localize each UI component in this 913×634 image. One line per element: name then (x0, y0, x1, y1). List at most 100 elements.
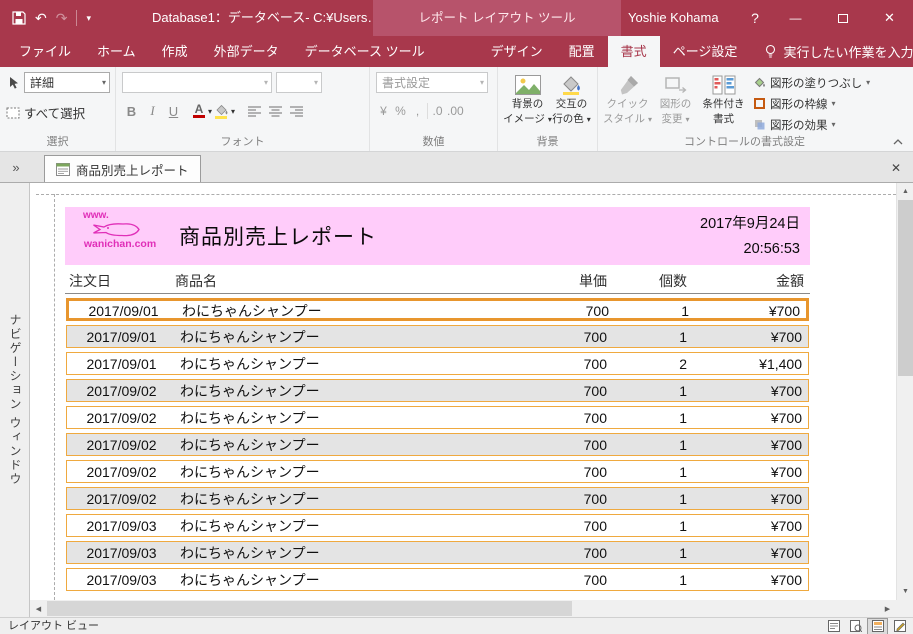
maximize-button[interactable] (820, 0, 865, 36)
layout-view-button[interactable] (867, 617, 888, 634)
alternate-row-color-button[interactable]: 交互の 行の色 (551, 72, 592, 142)
report-title[interactable]: 商品別売上レポート (179, 221, 377, 251)
table-cell[interactable]: ¥700 (687, 410, 808, 426)
horizontal-scrollbar[interactable] (30, 600, 896, 617)
tab-create[interactable]: 作成 (149, 36, 201, 67)
minimize-button[interactable] (773, 0, 818, 36)
column-header-quantity[interactable]: 個数 (607, 271, 687, 291)
tab-format[interactable]: 書式 (607, 36, 660, 67)
report-view-button[interactable] (824, 619, 843, 634)
collapse-ribbon-button[interactable] (889, 135, 907, 148)
conditional-formatting-button[interactable]: 条件付き 書式 (700, 72, 747, 142)
table-cell[interactable]: ¥700 (687, 437, 808, 453)
table-cell[interactable]: 2017/09/02 (67, 437, 176, 453)
column-header-unit-price[interactable]: 単価 (527, 271, 607, 291)
table-cell[interactable]: 2017/09/02 (67, 410, 176, 426)
table-cell[interactable]: 2017/09/02 (67, 491, 176, 507)
tab-database-tools[interactable]: データベース ツール (292, 36, 438, 67)
tab-design[interactable]: デザイン (478, 36, 556, 67)
object-selector-combo[interactable]: 詳細 (24, 72, 110, 93)
shape-fill-button[interactable]: 図形の塗りつぶし (753, 72, 870, 93)
vertical-scrollbar[interactable] (896, 183, 913, 600)
table-cell[interactable]: わにちゃんシャンプー (176, 543, 527, 563)
table-cell[interactable]: わにちゃんシャンプー (178, 301, 529, 321)
table-cell[interactable]: わにちゃんシャンプー (176, 516, 527, 536)
table-cell[interactable]: ¥1,400 (687, 356, 808, 372)
table-cell[interactable]: 700 (529, 303, 609, 319)
font-color-button[interactable]: A (193, 103, 212, 118)
table-cell[interactable]: 2017/09/01 (67, 356, 176, 372)
table-cell[interactable]: 700 (527, 464, 607, 480)
tab-home[interactable]: ホーム (84, 36, 149, 67)
design-view-button[interactable] (890, 619, 909, 634)
italic-button[interactable]: I (143, 101, 162, 121)
tab-file[interactable]: ファイル (6, 36, 84, 67)
scroll-down-button[interactable] (897, 583, 913, 600)
table-cell[interactable]: わにちゃんシャンプー (176, 489, 527, 509)
table-cell[interactable]: わにちゃんシャンプー (176, 462, 527, 482)
table-cell[interactable]: 700 (527, 356, 607, 372)
account-name[interactable]: Yoshie Kohama (628, 0, 719, 36)
document-tab-report[interactable]: 商品別売上レポート (44, 155, 201, 182)
table-cell[interactable]: 700 (527, 437, 607, 453)
report-header-band[interactable]: www. wanichan.com 商品別売上レポート 2017年9月24日 2… (65, 207, 810, 265)
table-cell[interactable]: 1 (607, 383, 687, 399)
table-cell[interactable]: 2017/09/01 (69, 303, 178, 319)
align-right-button[interactable] (287, 101, 306, 121)
table-cell[interactable]: ¥700 (687, 491, 808, 507)
report-date[interactable]: 2017年9月24日 (700, 212, 800, 237)
table-cell[interactable]: ¥700 (687, 383, 808, 399)
table-cell[interactable]: 1 (609, 303, 689, 319)
table-cell[interactable]: ¥700 (687, 464, 808, 480)
table-cell[interactable]: わにちゃんシャンプー (176, 408, 527, 428)
table-cell[interactable]: 2 (607, 356, 687, 372)
table-cell[interactable]: 2017/09/03 (67, 572, 176, 588)
tell-me-box[interactable]: 実行したい作業を入力してください (764, 36, 913, 67)
table-cell[interactable]: わにちゃんシャンプー (176, 435, 527, 455)
vertical-scrollbar-thumb[interactable] (898, 200, 913, 376)
scroll-right-button[interactable] (879, 600, 896, 617)
column-header-order-date[interactable]: 注文日 (65, 271, 175, 291)
close-button[interactable] (866, 0, 913, 36)
table-cell[interactable]: わにちゃんシャンプー (176, 381, 527, 401)
table-cell[interactable]: 1 (607, 329, 687, 345)
table-cell[interactable]: ¥700 (687, 518, 808, 534)
tab-arrange[interactable]: 配置 (556, 36, 608, 67)
table-cell[interactable]: 700 (527, 545, 607, 561)
table-cell[interactable]: 700 (527, 518, 607, 534)
navigation-pane-collapsed[interactable]: ナビゲーション ウィンドウ (0, 183, 30, 617)
table-cell[interactable]: わにちゃんシャンプー (176, 327, 527, 347)
table-cell[interactable]: 1 (607, 437, 687, 453)
print-preview-button[interactable] (846, 619, 865, 634)
fill-color-button[interactable] (214, 104, 235, 119)
table-cell[interactable]: 700 (527, 572, 607, 588)
table-cell[interactable]: 2017/09/02 (67, 383, 176, 399)
table-row[interactable]: 2017/09/01 わにちゃんシャンプー 700 1 ¥700 (66, 298, 809, 321)
table-row[interactable]: 2017/09/01 わにちゃんシャンプー 700 1 ¥700 (66, 325, 809, 348)
table-cell[interactable]: 1 (607, 464, 687, 480)
table-cell[interactable]: 1 (607, 545, 687, 561)
column-header-product-name[interactable]: 商品名 (175, 271, 527, 291)
scroll-left-button[interactable] (30, 600, 47, 617)
table-row[interactable]: 2017/09/03 わにちゃんシャンプー 700 1 ¥700 (66, 568, 809, 591)
table-row[interactable]: 2017/09/03 わにちゃんシャンプー 700 1 ¥700 (66, 514, 809, 537)
table-row[interactable]: 2017/09/03 わにちゃんシャンプー 700 1 ¥700 (66, 541, 809, 564)
table-cell[interactable]: わにちゃんシャンプー (176, 570, 527, 590)
shape-outline-button[interactable]: 図形の枠線 (753, 93, 870, 114)
select-all-button[interactable]: すべて選択 (24, 103, 85, 122)
table-cell[interactable]: 700 (527, 329, 607, 345)
table-row[interactable]: 2017/09/02 わにちゃんシャンプー 700 1 ¥700 (66, 379, 809, 402)
table-cell[interactable]: 2017/09/03 (67, 545, 176, 561)
help-button[interactable] (738, 0, 772, 36)
bold-button[interactable]: B (122, 101, 141, 121)
align-center-button[interactable] (266, 101, 285, 121)
save-button[interactable] (12, 11, 26, 25)
report-time[interactable]: 20:56:53 (700, 237, 800, 262)
scroll-up-button[interactable] (897, 183, 913, 200)
table-cell[interactable]: ¥700 (687, 572, 808, 588)
table-row[interactable]: 2017/09/02 わにちゃんシャンプー 700 1 ¥700 (66, 487, 809, 510)
table-row[interactable]: 2017/09/02 わにちゃんシャンプー 700 1 ¥700 (66, 406, 809, 429)
shape-effects-button[interactable]: 図形の効果 (753, 114, 870, 135)
table-cell[interactable]: ¥700 (689, 303, 806, 319)
underline-button[interactable]: U (164, 101, 183, 121)
